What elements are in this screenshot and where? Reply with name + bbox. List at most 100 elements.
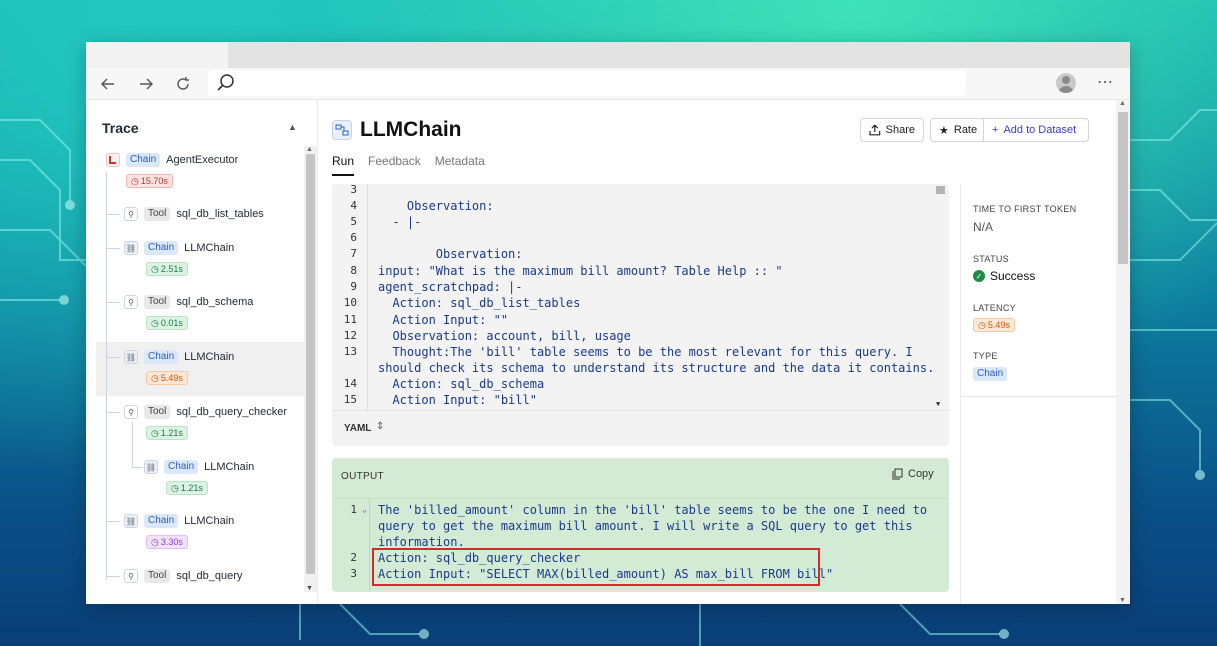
- clock-icon: ◷: [151, 536, 159, 547]
- scrollbar-thumb[interactable]: [306, 154, 315, 574]
- code-line: information.: [378, 535, 465, 549]
- node-type-badge: Chain: [144, 350, 179, 364]
- detail-tabs: Run Feedback Metadata: [332, 154, 485, 176]
- browser-window: ⋯ Trace ▲ Chain AgentExecutor ◷ 15.70s ⚲…: [86, 42, 1130, 604]
- forward-button[interactable]: [134, 72, 158, 96]
- trace-node-llmchain-2[interactable]: ⛓ Chain LLMChain: [124, 347, 234, 367]
- code-line: Observation:: [378, 247, 523, 261]
- profile-avatar[interactable]: [1056, 73, 1076, 93]
- tab-feedback[interactable]: Feedback: [368, 154, 421, 168]
- chain-icon: ⛓: [124, 241, 138, 255]
- trace-node-sql-db-list-tables[interactable]: ⚲ Tool sql_db_list_tables: [124, 204, 264, 224]
- node-type-badge: Chain: [164, 460, 199, 474]
- sidebar-scrollbar[interactable]: ▲ ▼: [304, 146, 317, 592]
- duration-badge: ◷ 1.21s: [146, 426, 188, 440]
- address-bar[interactable]: [208, 70, 966, 96]
- code-line: query to get the maximum bill amount. I …: [378, 519, 913, 533]
- scrollbar-thumb[interactable]: [1118, 112, 1128, 264]
- clock-icon: ◷: [151, 317, 159, 328]
- trace-title: Trace: [102, 120, 139, 136]
- wrench-icon: ⚲: [124, 295, 138, 309]
- format-selector[interactable]: YAML: [344, 423, 371, 434]
- line-number: 7: [350, 247, 357, 260]
- input-code-view[interactable]: 3 4 5 6 7 8 9 10 11 12 13 14 15 Observat…: [332, 184, 949, 410]
- reload-button[interactable]: [171, 72, 195, 96]
- duration-value: 5.49s: [160, 373, 183, 383]
- line-number: 13: [343, 345, 357, 358]
- scroll-down-icon[interactable]: ▼: [1119, 597, 1126, 604]
- share-label: Share: [885, 124, 915, 136]
- clock-icon: ◷: [131, 175, 139, 186]
- back-button[interactable]: [96, 72, 120, 96]
- trace-node-llmchain-4[interactable]: ⛓ Chain LLMChain: [124, 511, 234, 531]
- scroll-down-icon[interactable]: ▼: [936, 400, 940, 408]
- copy-label: Copy: [908, 468, 934, 480]
- trace-node-sql-db-query[interactable]: ⚲ Tool sql_db_query: [124, 566, 242, 586]
- duration-value: 0.01s: [160, 318, 183, 328]
- share-icon: [869, 124, 881, 136]
- node-type-badge: Tool: [144, 295, 171, 309]
- tab-run[interactable]: Run: [332, 154, 355, 176]
- add-to-dataset-button[interactable]: + Add to Dataset: [983, 118, 1089, 142]
- line-number: 6: [350, 231, 357, 244]
- search-icon: [217, 74, 234, 91]
- code-line: Action Input: "bill": [378, 393, 537, 407]
- code-line: Observation:: [378, 199, 494, 213]
- browser-tab[interactable]: [86, 42, 228, 68]
- trace-node-agent-executor[interactable]: Chain AgentExecutor: [106, 150, 238, 170]
- wrench-icon: ⚲: [124, 569, 138, 583]
- code-line: Observation: account, bill, usage: [378, 329, 631, 343]
- collapse-caret-icon[interactable]: ▲: [288, 122, 297, 132]
- scrollbar-thumb[interactable]: [936, 186, 945, 194]
- latency-value: 5.49s: [987, 320, 1010, 330]
- scroll-down-icon[interactable]: ▼: [306, 585, 313, 592]
- trace-node-llmchain-1[interactable]: ⛓ Chain LLMChain: [124, 238, 234, 258]
- chain-icon: ⛓: [144, 460, 158, 474]
- user-icon: [1058, 76, 1074, 93]
- arrow-left-icon: [101, 78, 114, 90]
- highlight-annotation: [372, 548, 820, 586]
- trace-sidebar: Trace ▲ Chain AgentExecutor ◷ 15.70s ⚲ T…: [86, 100, 318, 604]
- page-scrollbar[interactable]: ▲ ▼: [1116, 100, 1130, 604]
- share-button[interactable]: Share: [860, 118, 924, 142]
- app-content: Trace ▲ Chain AgentExecutor ◷ 15.70s ⚲ T…: [86, 100, 1130, 604]
- updown-caret-icon[interactable]: ⇕: [376, 421, 384, 432]
- more-menu-icon[interactable]: ⋯: [1097, 72, 1114, 92]
- rate-button[interactable]: ★ Rate: [930, 118, 984, 142]
- node-name: AgentExecutor: [166, 154, 239, 166]
- clock-icon: ◷: [151, 263, 159, 274]
- trace-node-sql-db-schema[interactable]: ⚲ Tool sql_db_schema: [124, 292, 253, 312]
- node-name: LLMChain: [184, 515, 235, 527]
- code-line: Action: sql_db_list_tables: [378, 296, 581, 310]
- code-line: Thought:The 'bill' table seems to be the…: [378, 345, 913, 359]
- line-number: 8: [350, 264, 357, 277]
- fold-chevron-icon[interactable]: ⌄: [362, 505, 367, 514]
- tree-line: [106, 412, 120, 413]
- duration-badge: ◷ 0.01s: [146, 316, 188, 330]
- node-name: LLMChain: [204, 461, 255, 473]
- format-bar: YAML ⇕: [332, 410, 949, 446]
- trace-node-llmchain-3[interactable]: ⛓ Chain LLMChain: [144, 457, 254, 477]
- trace-node-sql-db-query-checker[interactable]: ⚲ Tool sql_db_query_checker: [124, 402, 287, 422]
- copy-button[interactable]: Copy: [892, 468, 934, 480]
- latency-label: LATENCY: [973, 303, 1016, 313]
- node-type-badge: Chain: [144, 514, 179, 528]
- tree-line: [106, 357, 120, 358]
- code-scrollbar[interactable]: ▼: [934, 184, 947, 410]
- line-number: 4: [350, 199, 357, 212]
- tree-line: [106, 521, 120, 522]
- line-number: 3: [350, 567, 357, 580]
- line-number: 5: [350, 215, 357, 228]
- node-name: sql_db_schema: [176, 296, 254, 308]
- tab-metadata[interactable]: Metadata: [435, 154, 485, 168]
- node-type-badge: Chain: [144, 241, 179, 255]
- tree-line: [106, 172, 107, 580]
- scroll-up-icon[interactable]: ▲: [306, 146, 313, 153]
- scroll-up-icon[interactable]: ▲: [1119, 100, 1126, 107]
- node-type-badge: Tool: [144, 569, 171, 583]
- add-to-dataset-label: Add to Dataset: [1003, 124, 1077, 136]
- divider: [961, 396, 1130, 397]
- wrench-icon: ⚲: [124, 207, 138, 221]
- rate-label: Rate: [953, 124, 978, 136]
- duration-badge: ◷ 5.49s: [146, 371, 188, 385]
